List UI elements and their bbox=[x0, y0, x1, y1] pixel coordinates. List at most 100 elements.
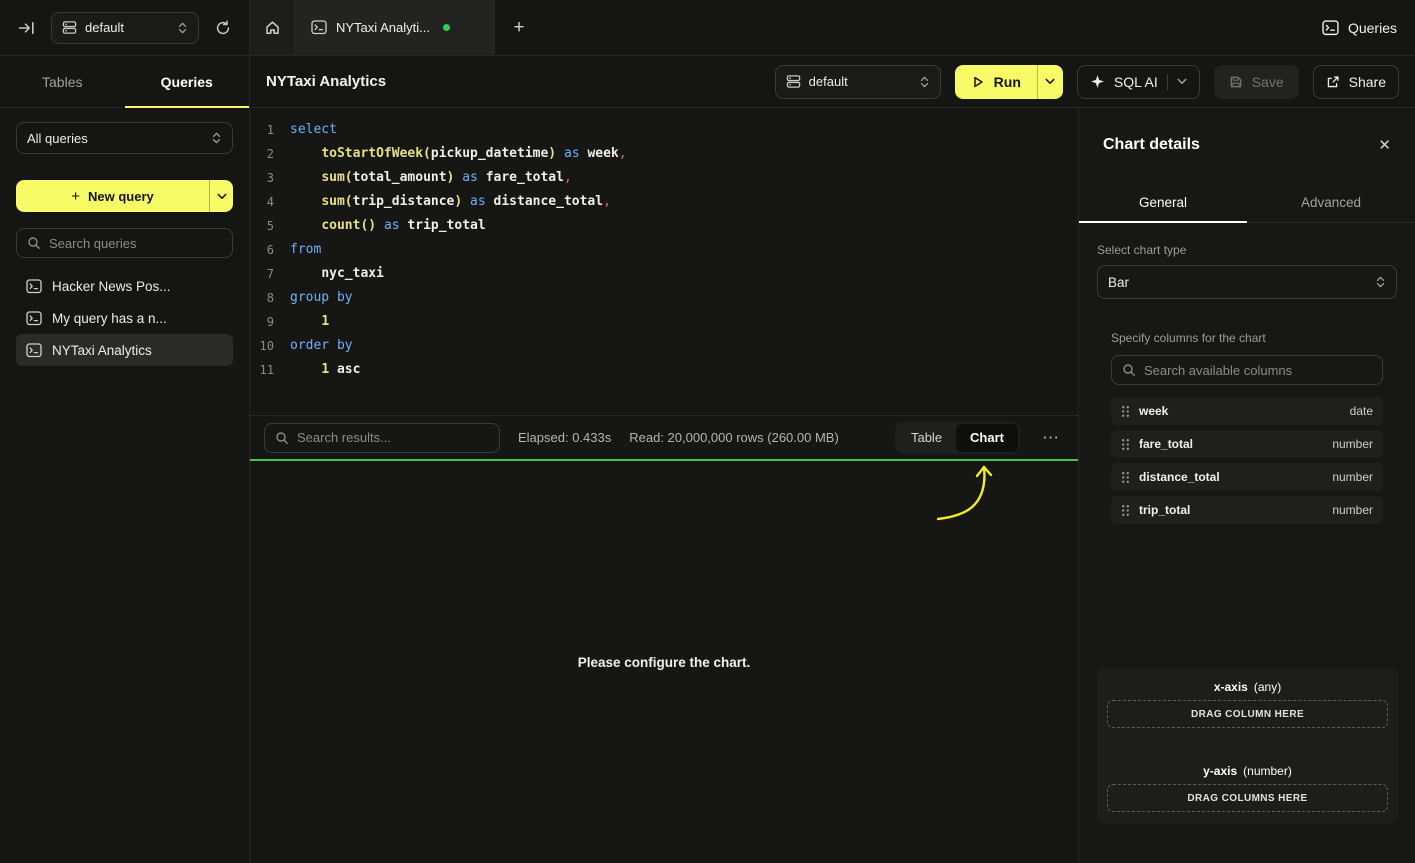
axes-config-box: x-axis (any) DRAG COLUMN HERE y-axis (nu… bbox=[1097, 668, 1398, 823]
save-button[interactable]: Save bbox=[1214, 65, 1299, 99]
chart-type-select[interactable]: Bar bbox=[1097, 265, 1397, 299]
query-icon bbox=[26, 279, 42, 294]
columns-section: Specify columns for the chart weekdatefa… bbox=[1097, 331, 1397, 524]
drag-handle-icon[interactable] bbox=[1121, 504, 1130, 517]
drag-handle-icon[interactable] bbox=[1121, 471, 1130, 484]
column-row[interactable]: weekdate bbox=[1111, 397, 1383, 425]
share-icon bbox=[1326, 75, 1340, 89]
results-toolbar: Elapsed: 0.433s Read: 20,000,000 rows (2… bbox=[250, 415, 1078, 459]
chevron-updown-icon bbox=[919, 75, 930, 89]
share-button[interactable]: Share bbox=[1313, 65, 1399, 99]
run-button[interactable]: Run bbox=[955, 65, 1037, 99]
tab-queries[interactable]: Queries bbox=[125, 56, 250, 107]
tab-strip: NYTaxi Analyti... + bbox=[250, 0, 543, 55]
search-columns-box bbox=[1111, 355, 1383, 385]
editor-line: 8group by bbox=[250, 286, 1078, 310]
code-line: 1 asc bbox=[290, 358, 360, 382]
panel-tabs: General Advanced bbox=[1079, 182, 1415, 223]
line-number: 8 bbox=[250, 286, 274, 310]
chart-view-button[interactable]: Chart bbox=[956, 424, 1018, 452]
line-number: 7 bbox=[250, 262, 274, 286]
editor-lines: 1select2 toStartOfWeek(pickup_datetime) … bbox=[250, 118, 1078, 382]
home-icon bbox=[264, 19, 281, 36]
sql-editor[interactable]: 1select2 toStartOfWeek(pickup_datetime) … bbox=[250, 108, 1078, 415]
new-query-button[interactable]: + New query bbox=[16, 180, 209, 212]
line-number: 5 bbox=[250, 214, 274, 238]
search-icon bbox=[275, 431, 289, 445]
editor-line: 3 sum(total_amount) as fare_total, bbox=[250, 166, 1078, 190]
save-label: Save bbox=[1252, 74, 1284, 90]
query-item-label: My query has a n... bbox=[52, 311, 167, 326]
y-axis-dropzone[interactable]: DRAG COLUMNS HERE bbox=[1107, 784, 1388, 812]
sql-ai-label: SQL AI bbox=[1114, 74, 1158, 90]
editor-line: 11 1 asc bbox=[250, 358, 1078, 382]
column-row[interactable]: fare_totalnumber bbox=[1111, 430, 1383, 458]
drag-handle-icon[interactable] bbox=[1121, 405, 1130, 418]
tab-nytaxi-analytics[interactable]: NYTaxi Analyti... bbox=[295, 0, 495, 55]
x-axis-label: x-axis (any) bbox=[1107, 674, 1388, 700]
query-item-label: NYTaxi Analytics bbox=[52, 343, 152, 358]
queries-button-label: Queries bbox=[1348, 20, 1397, 36]
tab-general[interactable]: General bbox=[1079, 182, 1247, 222]
topbar-database-selector[interactable]: default bbox=[51, 12, 199, 44]
home-tab[interactable] bbox=[250, 0, 295, 55]
new-query-dropdown-button[interactable] bbox=[209, 180, 233, 212]
topbar-database-value: default bbox=[85, 20, 169, 35]
panel-body: Select chart type Bar Specify columns fo… bbox=[1079, 223, 1415, 524]
column-row[interactable]: trip_totalnumber bbox=[1111, 496, 1383, 524]
search-queries-input[interactable] bbox=[49, 236, 222, 251]
line-number: 11 bbox=[250, 358, 274, 382]
more-options-button[interactable]: ⋯ bbox=[1038, 428, 1064, 448]
run-options-button[interactable] bbox=[1037, 65, 1063, 99]
y-axis-name: y-axis bbox=[1203, 764, 1237, 778]
close-panel-button[interactable]: ✕ bbox=[1378, 138, 1391, 153]
column-name: week bbox=[1139, 404, 1168, 418]
query-header: NYTaxi Analytics default Run bbox=[250, 56, 1415, 108]
query-list-item[interactable]: NYTaxi Analytics bbox=[16, 334, 233, 366]
queries-filter-value: All queries bbox=[27, 131, 203, 146]
code-line: toStartOfWeek(pickup_datetime) as week, bbox=[290, 142, 627, 166]
plus-icon: + bbox=[71, 188, 80, 205]
sidebar-body: All queries + New query bbox=[0, 108, 249, 366]
search-columns-input[interactable] bbox=[1144, 363, 1372, 378]
query-icon bbox=[26, 311, 42, 326]
x-axis-type: (any) bbox=[1254, 680, 1281, 694]
view-toggle: Table Chart bbox=[895, 422, 1020, 454]
code-line: sum(total_amount) as fare_total, bbox=[290, 166, 572, 190]
search-results-input[interactable] bbox=[297, 430, 489, 445]
new-tab-button[interactable]: + bbox=[495, 0, 543, 55]
query-database-selector[interactable]: default bbox=[775, 65, 941, 99]
code-line: from bbox=[290, 238, 321, 262]
editor-line: 7 nyc_taxi bbox=[250, 262, 1078, 286]
play-icon bbox=[971, 75, 985, 89]
line-number: 4 bbox=[250, 190, 274, 214]
database-icon bbox=[62, 20, 77, 35]
search-queries-box bbox=[16, 228, 233, 258]
query-list-item[interactable]: My query has a n... bbox=[16, 302, 233, 334]
table-view-button[interactable]: Table bbox=[897, 424, 956, 452]
queries-button[interactable]: Queries bbox=[1322, 20, 1397, 36]
line-number: 10 bbox=[250, 334, 274, 358]
rows-read: Read: 20,000,000 rows (260.00 MB) bbox=[629, 430, 839, 445]
tab-tables[interactable]: Tables bbox=[0, 56, 125, 107]
sql-ai-button[interactable]: SQL AI bbox=[1077, 65, 1200, 99]
column-type: number bbox=[1332, 437, 1373, 451]
tab-advanced[interactable]: Advanced bbox=[1247, 182, 1415, 222]
topbar-left: default bbox=[0, 0, 250, 55]
topbar-right: Queries bbox=[1322, 0, 1397, 55]
line-number: 3 bbox=[250, 166, 274, 190]
refresh-icon[interactable] bbox=[211, 16, 235, 40]
query-list-item[interactable]: Hacker News Pos... bbox=[16, 270, 233, 302]
queries-filter-select[interactable]: All queries bbox=[16, 122, 233, 154]
editor-line: 10order by bbox=[250, 334, 1078, 358]
query-icon bbox=[26, 343, 42, 358]
collapse-sidebar-icon[interactable] bbox=[14, 16, 39, 40]
columns-list: weekdatefare_totalnumberdistance_totalnu… bbox=[1111, 397, 1383, 524]
x-axis-dropzone[interactable]: DRAG COLUMN HERE bbox=[1107, 700, 1388, 728]
drag-handle-icon[interactable] bbox=[1121, 438, 1130, 451]
column-row[interactable]: distance_totalnumber bbox=[1111, 463, 1383, 491]
search-icon bbox=[27, 236, 41, 250]
search-icon bbox=[1122, 363, 1136, 377]
chevron-updown-icon bbox=[211, 131, 222, 145]
column-name: distance_total bbox=[1139, 470, 1220, 484]
